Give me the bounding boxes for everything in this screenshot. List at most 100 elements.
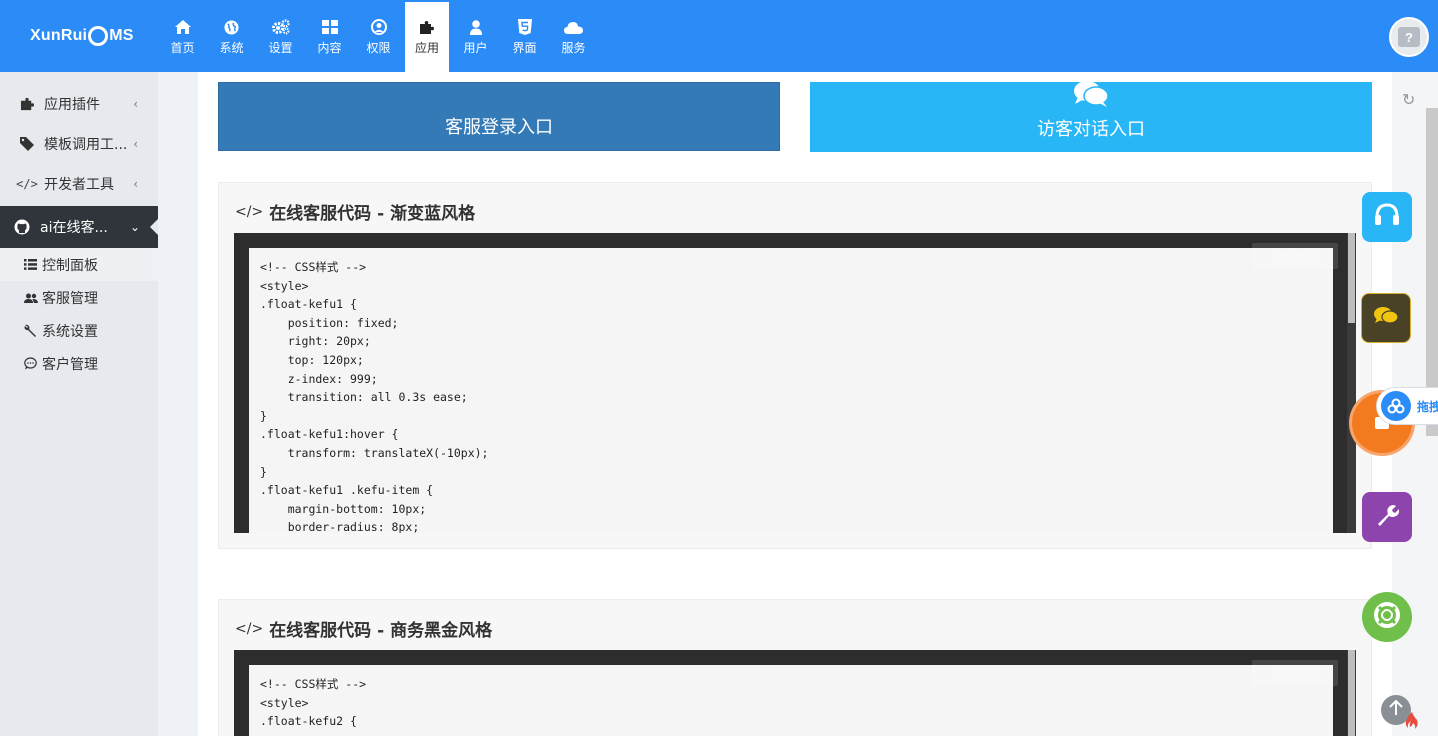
globe-icon	[224, 18, 239, 36]
sidebar-subitem-label: 控制面板	[42, 257, 98, 274]
sidebar-item-label: 应用插件	[44, 97, 100, 113]
nav-item-system[interactable]: 系统	[207, 2, 256, 72]
nav-item-home[interactable]: 首页	[158, 2, 207, 72]
code-area[interactable]: <!-- CSS样式 --> <style> .float-kefu2 {	[249, 665, 1333, 736]
user-circle-icon	[370, 18, 387, 36]
tool-float-button[interactable]	[1362, 492, 1412, 542]
gears-icon	[271, 18, 290, 36]
panel-title-text: 在线客服代码 - 商务黑金风格	[269, 621, 493, 641]
code-text: <!-- CSS样式 --> <style> .float-kefu2 {	[260, 677, 367, 729]
sidebar-item-template-tools[interactable]: 模板调用工... ‹	[0, 124, 158, 164]
sidebar-subitem-dashboard[interactable]: 控制面板	[0, 248, 158, 281]
sidebar-item-label: 模板调用工...	[44, 137, 128, 153]
sidebar-group-ai-kefu[interactable]: ai在线客... ⌄	[0, 206, 158, 248]
panel-title: </> 在线客服代码 - 渐变蓝风格	[235, 199, 476, 225]
chevron-left-icon: ‹	[133, 137, 138, 151]
life-ring-icon	[1374, 602, 1400, 632]
scrollbar-thumb[interactable]	[1348, 650, 1355, 736]
comment-icon	[24, 357, 38, 370]
chevron-left-icon: ‹	[133, 177, 138, 191]
nav-item-users[interactable]: 用户	[451, 2, 500, 72]
nav-label: 应用	[414, 41, 439, 55]
nav-label: 首页	[170, 41, 195, 55]
chevron-left-icon: ‹	[133, 97, 138, 111]
code-block: <!-- CSS样式 --> <style> .float-kefu1 { po…	[234, 233, 1356, 533]
nav-item-content[interactable]: 内容	[305, 2, 354, 72]
headset-icon	[1374, 203, 1400, 231]
cloud-icon	[564, 18, 583, 36]
panel-title: </> 在线客服代码 - 商务黑金风格	[235, 616, 493, 642]
sidebar-subitem-customers[interactable]: 客户管理	[0, 347, 158, 380]
puzzle-icon	[419, 18, 435, 36]
main-content: 客服登录入口 访客对话入口 </> 在线客服代码 - 渐变蓝风格 <!-- CS…	[198, 72, 1392, 736]
flame-icon	[1405, 712, 1419, 734]
code-block: <!-- CSS样式 --> <style> .float-kefu2 { 复制…	[234, 650, 1356, 736]
wrench-icon	[1375, 503, 1400, 531]
nav-item-apps[interactable]: 应用	[405, 2, 449, 72]
html5-icon	[517, 18, 532, 36]
code-icon: </>	[235, 203, 264, 220]
visitor-chat-button[interactable]: 访客对话入口	[810, 80, 1372, 152]
sidebar-subitem-settings[interactable]: 系统设置	[0, 314, 158, 347]
sidebar-item-developer-tools[interactable]: </> 开发者工具 ‹	[0, 164, 158, 204]
drag-label: 拖拽	[1417, 399, 1438, 414]
nav-item-settings[interactable]: 设置	[256, 2, 305, 72]
list-icon	[24, 259, 38, 270]
logo-suffix: MS	[109, 27, 134, 44]
active-indicator	[150, 219, 158, 235]
copy-code-button[interactable]: 复制代码	[1252, 243, 1338, 269]
code-panel-blue: </> 在线客服代码 - 渐变蓝风格 <!-- CSS样式 --> <style…	[218, 182, 1372, 549]
grid-icon	[321, 18, 338, 36]
user-icon	[469, 18, 482, 36]
scrollbar-thumb[interactable]	[1348, 233, 1355, 323]
copy-code-button[interactable]: 复制代码	[1252, 660, 1338, 686]
nav-label: 界面	[512, 41, 537, 55]
top-bar: XunRui MS 首页 系统 设置 内容 权限 应用 用户 界面 服务 ?	[0, 0, 1438, 72]
avatar-placeholder: ?	[1398, 27, 1420, 47]
sidebar-subitem-agents[interactable]: 客服管理	[0, 281, 158, 314]
help-float-button[interactable]	[1362, 592, 1412, 642]
sidebar-subitem-label: 客户管理	[42, 356, 98, 373]
avatar[interactable]: ?	[1389, 17, 1429, 57]
nav-item-service[interactable]: 服务	[549, 2, 598, 72]
drag-handle[interactable]: 拖拽	[1376, 387, 1438, 425]
agent-login-button[interactable]: 客服登录入口	[218, 82, 780, 151]
refresh-icon[interactable]: ↻	[1402, 90, 1415, 109]
sidebar-item-label: 开发者工具	[44, 177, 114, 193]
nav-item-interface[interactable]: 界面	[500, 2, 549, 72]
headset-float-button[interactable]	[1362, 192, 1412, 242]
code-scrollbar[interactable]	[1347, 233, 1356, 533]
sidebar: 应用插件 ‹ 模板调用工... ‹ </> 开发者工具 ‹ ai在线客... ⌄…	[0, 72, 158, 736]
nav-label: 用户	[463, 41, 488, 55]
nav-label: 权限	[366, 41, 391, 55]
arrow-up-icon	[1389, 699, 1403, 720]
nav-label: 内容	[317, 41, 342, 55]
users-icon	[24, 293, 38, 303]
chat-float-button[interactable]	[1361, 293, 1411, 343]
wrench-icon	[24, 324, 38, 337]
tag-icon	[18, 137, 36, 151]
code-panel-black-gold: </> 在线客服代码 - 商务黑金风格 <!-- CSS样式 --> <styl…	[218, 599, 1372, 736]
chevron-down-icon: ⌄	[129, 220, 140, 234]
visitor-chat-label: 访客对话入口	[1037, 119, 1145, 140]
logo-prefix: XunRui	[30, 27, 88, 44]
code-scrollbar[interactable]	[1347, 650, 1356, 736]
sidebar-item-app-plugins[interactable]: 应用插件 ‹	[0, 84, 158, 124]
copy-code-label: 复制代码	[1270, 666, 1319, 681]
nav-label: 设置	[268, 41, 293, 55]
panel-title-text: 在线客服代码 - 渐变蓝风格	[269, 204, 476, 224]
comments-icon	[1073, 80, 1109, 113]
copy-code-label: 复制代码	[1270, 249, 1319, 264]
nav-label: 服务	[561, 41, 586, 55]
agent-login-label: 客服登录入口	[445, 117, 553, 138]
code-area[interactable]: <!-- CSS样式 --> <style> .float-kefu1 { po…	[249, 248, 1333, 533]
sidebar-group-label: ai在线客...	[40, 220, 108, 236]
sidebar-subitem-label: 客服管理	[42, 290, 98, 307]
code-icon: </>	[235, 620, 264, 637]
home-icon	[174, 18, 191, 36]
logo-c-mark	[88, 26, 109, 46]
code-text: <!-- CSS样式 --> <style> .float-kefu1 { po…	[260, 260, 489, 533]
comments-icon	[1373, 306, 1399, 330]
nav-item-permissions[interactable]: 权限	[354, 2, 403, 72]
logo[interactable]: XunRui MS	[30, 22, 134, 50]
